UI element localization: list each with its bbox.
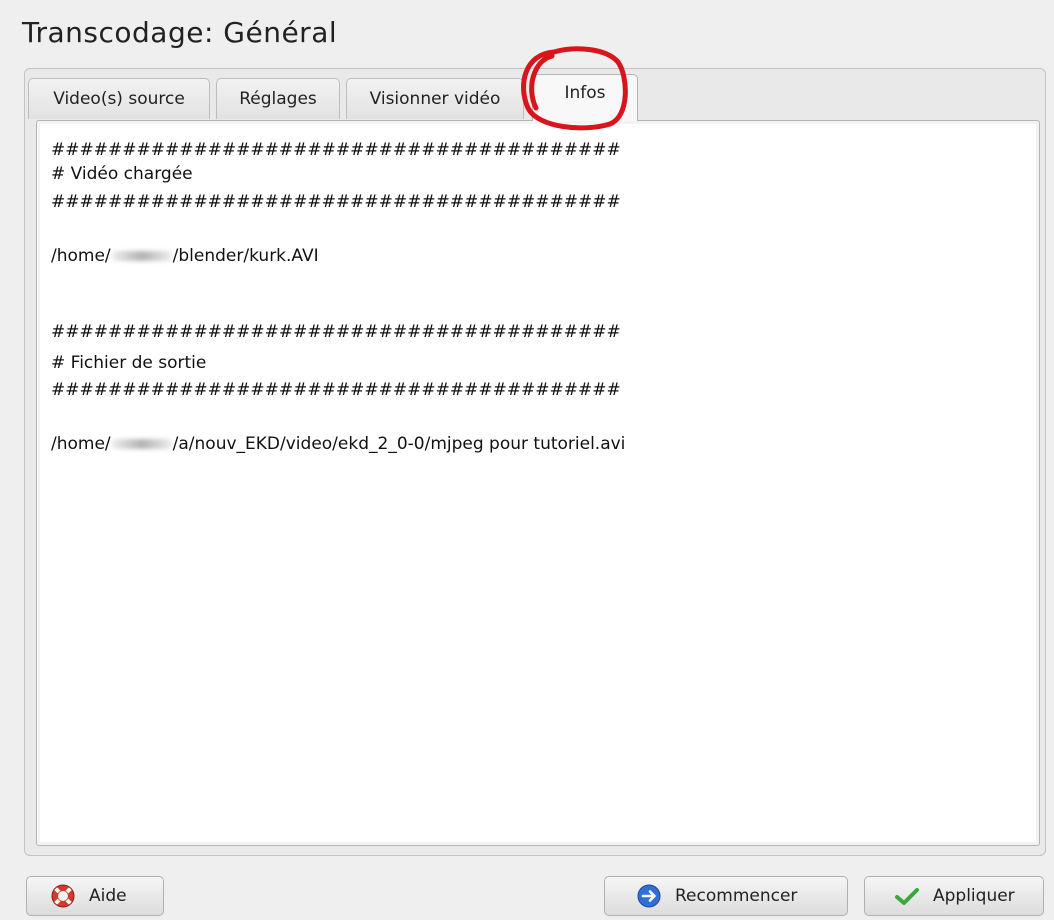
window-title: Transcodage: Général xyxy=(22,16,338,49)
redacted-username xyxy=(110,439,173,449)
tab-reglages[interactable]: Réglages xyxy=(216,78,340,119)
tab-visionner-video[interactable]: Visionner vidéo xyxy=(346,78,524,119)
lifebuoy-icon xyxy=(51,884,75,908)
info-text-area[interactable]: ########################################… xyxy=(36,120,1040,846)
apply-button[interactable]: Appliquer xyxy=(864,876,1044,916)
separator-line: ######################################## xyxy=(51,322,621,342)
reset-button[interactable]: Recommencer xyxy=(604,876,848,916)
path-prefix: /home/ xyxy=(51,246,111,266)
apply-label: Appliquer xyxy=(933,886,1015,906)
loaded-video-path: /home/ /blender/kurk.AVI xyxy=(51,245,319,267)
output-file-heading: # Fichier de sortie xyxy=(51,353,207,373)
separator-line: ######################################## xyxy=(51,380,621,400)
circle-arrow-right-icon xyxy=(637,884,661,908)
redacted-username xyxy=(110,251,173,261)
checkmark-icon xyxy=(895,888,919,905)
path-prefix: /home/ xyxy=(51,434,111,454)
tab-infos[interactable]: Infos xyxy=(532,74,638,121)
reset-label: Recommencer xyxy=(675,886,798,906)
output-file-path: /home/ /a/nouv_EKD/video/ekd_2_0-0/mjpeg … xyxy=(51,433,625,455)
path-suffix: /blender/kurk.AVI xyxy=(172,246,319,266)
separator-line: ######################################## xyxy=(51,192,621,212)
help-button[interactable]: Aide xyxy=(26,876,164,916)
separator-line: ######################################## xyxy=(51,140,621,160)
path-suffix: /a/nouv_EKD/video/ekd_2_0-0/mjpeg pour t… xyxy=(172,434,626,454)
help-label: Aide xyxy=(89,886,127,906)
tab-video-source[interactable]: Video(s) source xyxy=(28,78,210,119)
loaded-video-heading: # Vidéo chargée xyxy=(51,164,193,184)
